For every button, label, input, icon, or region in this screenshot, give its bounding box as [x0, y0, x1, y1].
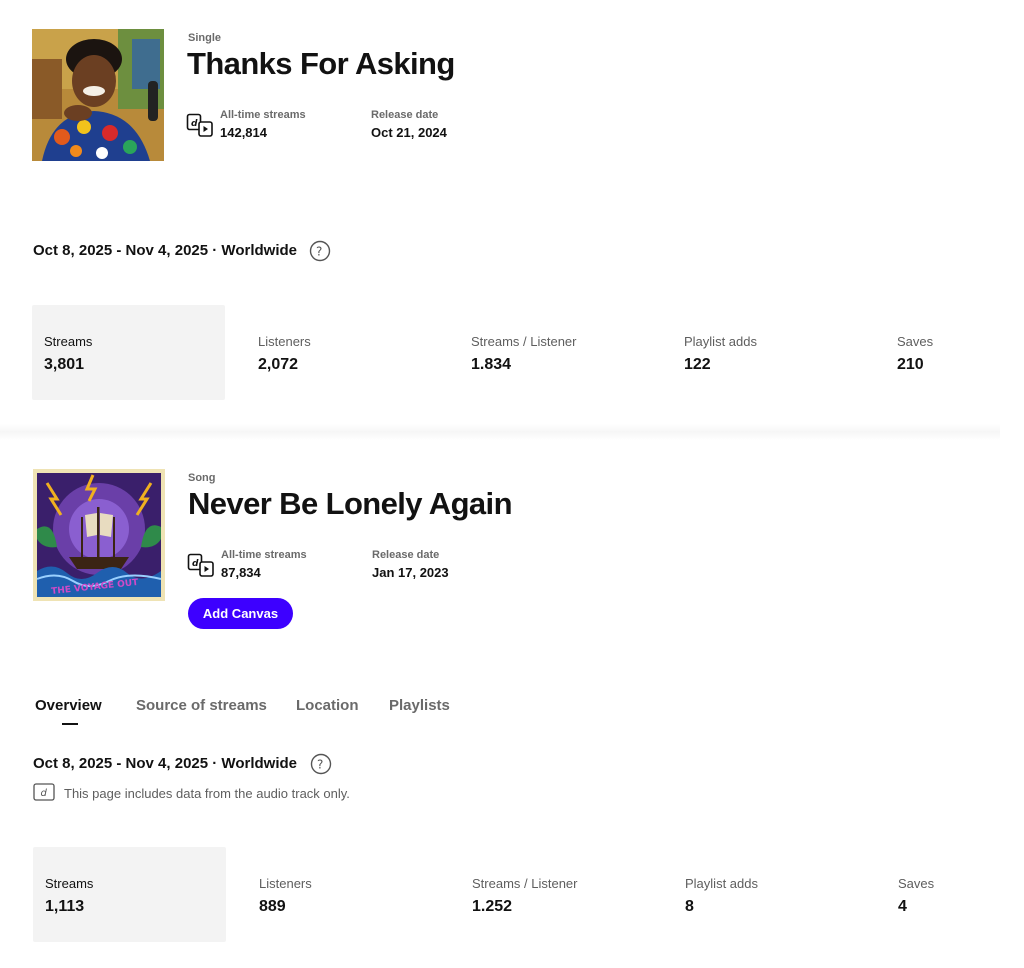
add-canvas-button[interactable]: Add Canvas	[188, 598, 293, 629]
section-divider	[0, 424, 1000, 440]
release-type: Single	[188, 32, 222, 44]
cover-art-thanks-for-asking	[32, 29, 164, 161]
stat-label: Playlist adds	[685, 876, 758, 891]
tab-location[interactable]: Location	[296, 697, 359, 714]
audio-video-icon: d	[187, 553, 214, 577]
release-type: Song	[188, 472, 216, 484]
stat-streams[interactable]: Streams 3,801	[32, 305, 225, 400]
stat-label: Streams / Listener	[472, 876, 578, 891]
stat-label: Saves	[897, 334, 934, 349]
stat-playlist-adds[interactable]: Playlist adds 8	[673, 847, 866, 942]
help-icon[interactable]: ?	[309, 240, 331, 262]
svg-text:d: d	[41, 788, 48, 799]
stat-label: Listeners	[258, 334, 311, 349]
stat-value: 8	[685, 898, 694, 915]
active-tab-indicator	[62, 723, 78, 725]
svg-text:?: ?	[317, 758, 323, 772]
release-date-value: Oct 21, 2024	[371, 125, 447, 140]
audio-video-icon: d	[186, 113, 213, 137]
stat-listeners[interactable]: Listeners 889	[247, 847, 440, 942]
tab-playlists[interactable]: Playlists	[389, 697, 450, 714]
tab-overview[interactable]: Overview	[35, 697, 102, 714]
help-icon[interactable]: ?	[310, 753, 332, 775]
release-title: Thanks For Asking	[187, 46, 455, 81]
stat-value: 2,072	[258, 356, 299, 373]
stat-listeners[interactable]: Listeners 2,072	[246, 305, 439, 400]
stat-streams-per-listener[interactable]: Streams / Listener 1.834	[459, 305, 652, 400]
stat-value: 889	[259, 898, 286, 915]
portrait-artwork-icon	[32, 29, 164, 161]
tab-source-of-streams[interactable]: Source of streams	[136, 697, 267, 714]
stat-label: Saves	[898, 876, 935, 891]
stat-value: 1.834	[471, 356, 512, 373]
alltime-streams-value: 142,814	[220, 125, 267, 140]
stat-saves[interactable]: Saves 4	[886, 847, 1006, 942]
svg-text:d: d	[191, 119, 198, 129]
stat-label: Streams / Listener	[471, 334, 577, 349]
stat-value: 3,801	[44, 356, 85, 373]
svg-text:?: ?	[316, 245, 322, 259]
alltime-streams-label: All-time streams	[220, 109, 306, 121]
date-range: Oct 8, 2025 - Nov 4, 2025 · Worldwide	[33, 242, 297, 259]
stat-saves[interactable]: Saves 210	[885, 305, 1005, 400]
stat-value: 122	[684, 356, 711, 373]
stat-value: 210	[897, 356, 924, 373]
stat-streams[interactable]: Streams 1,113	[33, 847, 226, 942]
stat-playlist-adds[interactable]: Playlist adds 122	[672, 305, 865, 400]
stat-label: Streams	[45, 876, 94, 891]
stat-value: 1.252	[472, 898, 513, 915]
alltime-streams-value: 87,834	[221, 565, 261, 580]
release-date-value: Jan 17, 2023	[372, 565, 449, 580]
stat-label: Streams	[44, 334, 93, 349]
stat-value: 1,113	[45, 898, 85, 915]
cover-art-never-be-lonely-again: THE VOYAGE OUT	[33, 469, 165, 601]
ship-artwork-icon: THE VOYAGE OUT	[33, 469, 165, 601]
release-title: Never Be Lonely Again	[188, 486, 513, 521]
stat-label: Playlist adds	[684, 334, 757, 349]
audio-only-note: This page includes data from the audio t…	[64, 786, 350, 801]
release-date-label: Release date	[371, 109, 439, 121]
stat-label: Listeners	[259, 876, 312, 891]
stat-streams-per-listener[interactable]: Streams / Listener 1.252	[460, 847, 653, 942]
stat-value: 4	[898, 898, 907, 915]
release-date-label: Release date	[372, 549, 440, 561]
alltime-streams-label: All-time streams	[221, 549, 307, 561]
svg-text:d: d	[192, 559, 199, 569]
date-range: Oct 8, 2025 - Nov 4, 2025 · Worldwide	[33, 755, 297, 772]
audio-track-icon: d	[33, 783, 55, 801]
